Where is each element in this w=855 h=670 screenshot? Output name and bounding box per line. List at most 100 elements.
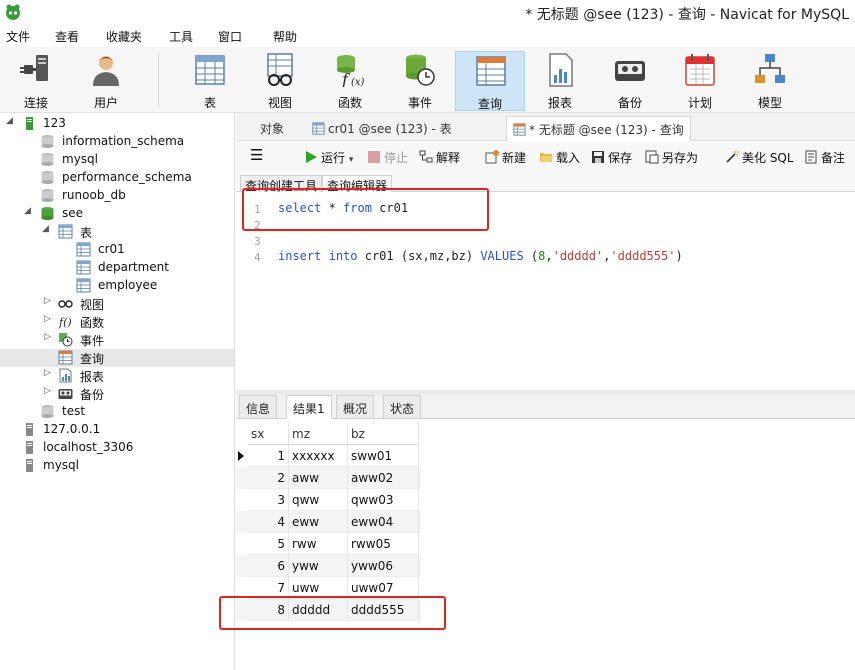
- collapse-arrow-icon[interactable]: ◢: [6, 116, 16, 126]
- collapse-arrow-icon[interactable]: ◢: [24, 206, 34, 216]
- save-button[interactable]: 保存: [591, 149, 632, 166]
- cell-sx[interactable]: 3: [248, 489, 289, 511]
- tab-query-untitled[interactable]: * 无标题 @see (123) - 查询: [506, 116, 691, 141]
- tree-table-cr01[interactable]: cr01: [0, 241, 234, 259]
- column-header-mz[interactable]: mz: [289, 423, 348, 445]
- view-button[interactable]: 视图: [247, 51, 313, 111]
- tree-folder-views[interactable]: ▷ 视图: [0, 295, 234, 313]
- cell-mz[interactable]: aww: [289, 467, 348, 489]
- tab-overview[interactable]: 概况: [336, 395, 375, 419]
- cell-mz[interactable]: qww: [289, 489, 348, 511]
- cell-sx[interactable]: 4: [248, 511, 289, 533]
- query-button[interactable]: 查询: [455, 51, 525, 111]
- tree-db-runoob-db[interactable]: runoob_db: [0, 187, 234, 205]
- explain-button[interactable]: 解释: [419, 149, 460, 166]
- tree-table-employee[interactable]: employee: [0, 277, 234, 295]
- tab-result-1[interactable]: 结果1: [286, 395, 332, 419]
- tab-table-cr01[interactable]: cr01 @see (123) - 表: [306, 116, 458, 141]
- schedule-button[interactable]: 计划: [667, 51, 733, 111]
- cell-mz[interactable]: eww: [289, 511, 348, 533]
- menu-window[interactable]: 窗口: [218, 28, 242, 45]
- event-label: 事件: [407, 96, 432, 110]
- tree-connection-127[interactable]: 127.0.0.1: [0, 421, 234, 439]
- model-button[interactable]: 模型: [737, 51, 803, 111]
- tree-db-performance-schema[interactable]: performance_schema: [0, 169, 234, 187]
- expand-arrow-icon[interactable]: ▷: [44, 332, 54, 342]
- cell-bz[interactable]: rww05: [348, 533, 419, 555]
- tree-folder-events[interactable]: ▷ 事件: [0, 331, 234, 349]
- cell-bz[interactable]: eww04: [348, 511, 419, 533]
- functions-folder-label: 函数: [80, 316, 105, 330]
- tree-folder-reports[interactable]: ▷ 报表: [0, 367, 234, 385]
- cell-bz[interactable]: yww06: [348, 555, 419, 577]
- connect-button[interactable]: 连接: [3, 51, 69, 111]
- tree-folder-queries[interactable]: 查询: [0, 349, 234, 367]
- event-button[interactable]: 事件: [387, 51, 453, 111]
- tree-db-see[interactable]: ◢ see: [0, 205, 234, 223]
- sql-text: cr01 (sx,mz,bz): [357, 249, 481, 263]
- tree-folder-tables[interactable]: ◢ 表: [0, 223, 234, 241]
- note-label: 备注: [821, 151, 846, 165]
- table-row[interactable]: 5 rww rww05: [236, 533, 421, 555]
- function-button[interactable]: f (x) 函数: [317, 51, 383, 111]
- expand-arrow-icon[interactable]: ▷: [44, 314, 54, 324]
- tree-db-test[interactable]: test: [0, 403, 234, 421]
- cell-sx[interactable]: 1: [248, 445, 289, 467]
- load-button[interactable]: 载入: [539, 149, 580, 166]
- expand-arrow-icon[interactable]: ▷: [44, 296, 54, 306]
- tree-connection-123[interactable]: ◢ 123: [0, 115, 234, 133]
- column-header-sx[interactable]: sx: [248, 423, 289, 445]
- highlight-annotation: [242, 188, 489, 231]
- note-button[interactable]: 备注: [804, 149, 845, 166]
- cell-mz[interactable]: xxxxxx: [289, 445, 348, 467]
- stop-button[interactable]: 停止: [367, 149, 408, 166]
- save-as-button[interactable]: 另存为: [645, 149, 698, 166]
- cell-sx[interactable]: 5: [248, 533, 289, 555]
- query-label: 查询: [477, 97, 502, 111]
- new-query-button[interactable]: 新建: [485, 149, 526, 166]
- beautify-sql-button[interactable]: 美化 SQL: [725, 149, 794, 166]
- table-row[interactable]: 1 xxxxxx sww01: [236, 445, 421, 467]
- tree-folder-functions[interactable]: ▷ f() 函数: [0, 313, 234, 331]
- menu-file[interactable]: 文件: [6, 28, 30, 45]
- cell-bz[interactable]: qww03: [348, 489, 419, 511]
- backup-button[interactable]: 备份: [597, 51, 663, 111]
- expand-arrow-icon[interactable]: ▷: [44, 368, 54, 378]
- save-as-icon: [645, 150, 659, 164]
- run-button[interactable]: 运行 ▾: [304, 149, 353, 166]
- tab-info[interactable]: 信息: [239, 395, 278, 419]
- cell-bz[interactable]: sww01: [348, 445, 419, 467]
- menu-favorites[interactable]: 收藏夹: [106, 28, 142, 45]
- menu-help[interactable]: 帮助: [273, 28, 297, 45]
- menu-tools[interactable]: 工具: [169, 28, 193, 45]
- tab-objects[interactable]: 对象: [254, 116, 290, 141]
- tab-status[interactable]: 状态: [383, 395, 422, 419]
- table-row[interactable]: 6 yww yww06: [236, 555, 421, 577]
- tree-folder-backups[interactable]: ▷ 备份: [0, 385, 234, 403]
- table-row[interactable]: 2 aww aww02: [236, 467, 421, 489]
- tree-db-information-schema[interactable]: information_schema: [0, 133, 234, 151]
- cell-sx[interactable]: 6: [248, 555, 289, 577]
- cell-mz[interactable]: rww: [289, 533, 348, 555]
- run-dropdown-icon[interactable]: ▾: [349, 155, 354, 165]
- table-button[interactable]: 表: [177, 51, 243, 111]
- tree-connection-mysql[interactable]: mysql: [0, 457, 234, 475]
- collapse-arrow-icon[interactable]: ◢: [42, 224, 52, 234]
- user-button[interactable]: 用户: [73, 51, 139, 111]
- cell-bz[interactable]: aww02: [348, 467, 419, 489]
- result-grid[interactable]: sx mz bz 1 xxxxxx sww01 2 aww aww02 3 qw…: [236, 420, 855, 670]
- tree-connection-localhost[interactable]: localhost_3306: [0, 439, 234, 457]
- column-header-bz[interactable]: bz: [348, 423, 419, 445]
- hamburger-menu-icon[interactable]: ☰: [250, 146, 263, 164]
- menu-view[interactable]: 查看: [55, 28, 79, 45]
- query-icon: [513, 123, 526, 136]
- cell-sx[interactable]: 2: [248, 467, 289, 489]
- report-button[interactable]: 报表: [527, 51, 593, 111]
- expand-arrow-icon[interactable]: ▷: [44, 386, 54, 396]
- cell-mz[interactable]: yww: [289, 555, 348, 577]
- table-row[interactable]: 4 eww eww04: [236, 511, 421, 533]
- tree-db-mysql[interactable]: mysql: [0, 151, 234, 169]
- sql-keyword: VALUES: [480, 249, 524, 263]
- table-row[interactable]: 3 qww qww03: [236, 489, 421, 511]
- tree-table-department[interactable]: department: [0, 259, 234, 277]
